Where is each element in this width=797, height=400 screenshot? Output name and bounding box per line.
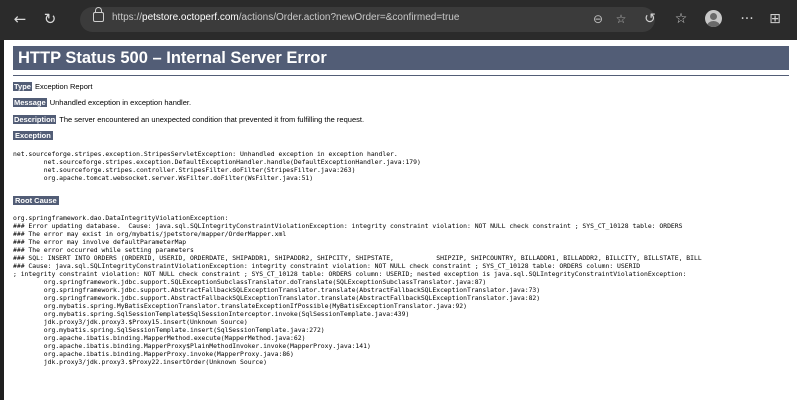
browser-toolbar: ← ↻ https://petstore.octoperf.com/action…	[0, 0, 797, 40]
type-label: Type	[13, 82, 32, 91]
divider	[13, 75, 789, 76]
address-bar[interactable]: https://petstore.octoperf.com/actions/Or…	[80, 7, 655, 32]
root-cause-trace: org.springframework.dao.DataIntegrityVio…	[13, 214, 702, 366]
url-text[interactable]: https://petstore.octoperf.com/actions/Or…	[112, 12, 459, 23]
description-value: The server encountered an unexpected con…	[59, 115, 365, 124]
message-row: Message Unhandled exception in exception …	[13, 98, 191, 107]
message-label: Message	[13, 98, 47, 107]
error-page: HTTP Status 500 – Internal Server Error …	[4, 40, 797, 400]
root-cause-heading: Root Cause	[13, 196, 59, 205]
type-value: Exception Report	[34, 82, 93, 91]
page-title: HTTP Status 500 – Internal Server Error	[13, 46, 789, 70]
sidebar-icon[interactable]: ⊞	[765, 9, 785, 29]
favorites-icon[interactable]: ☆	[671, 9, 691, 29]
refresh-tab-icon[interactable]: ↺	[640, 9, 660, 29]
favorite-star-icon[interactable]: ☆	[613, 11, 629, 27]
lock-icon	[93, 7, 104, 22]
reload-icon[interactable]: ↻	[40, 9, 60, 29]
profile-avatar[interactable]	[705, 10, 722, 27]
exception-heading: Exception	[13, 131, 53, 140]
more-menu-icon[interactable]: ···	[737, 9, 757, 29]
exception-trace: net.sourceforge.stripes.exception.Stripe…	[13, 150, 421, 182]
back-arrow-icon[interactable]: ←	[10, 9, 30, 29]
tracking-prevention-icon[interactable]: ⊖	[590, 11, 606, 27]
description-row: Description The server encountered an une…	[13, 115, 364, 124]
type-row: Type Exception Report	[13, 82, 93, 91]
message-value: Unhandled exception in exception handler…	[49, 98, 192, 107]
description-label: Description	[13, 115, 57, 124]
